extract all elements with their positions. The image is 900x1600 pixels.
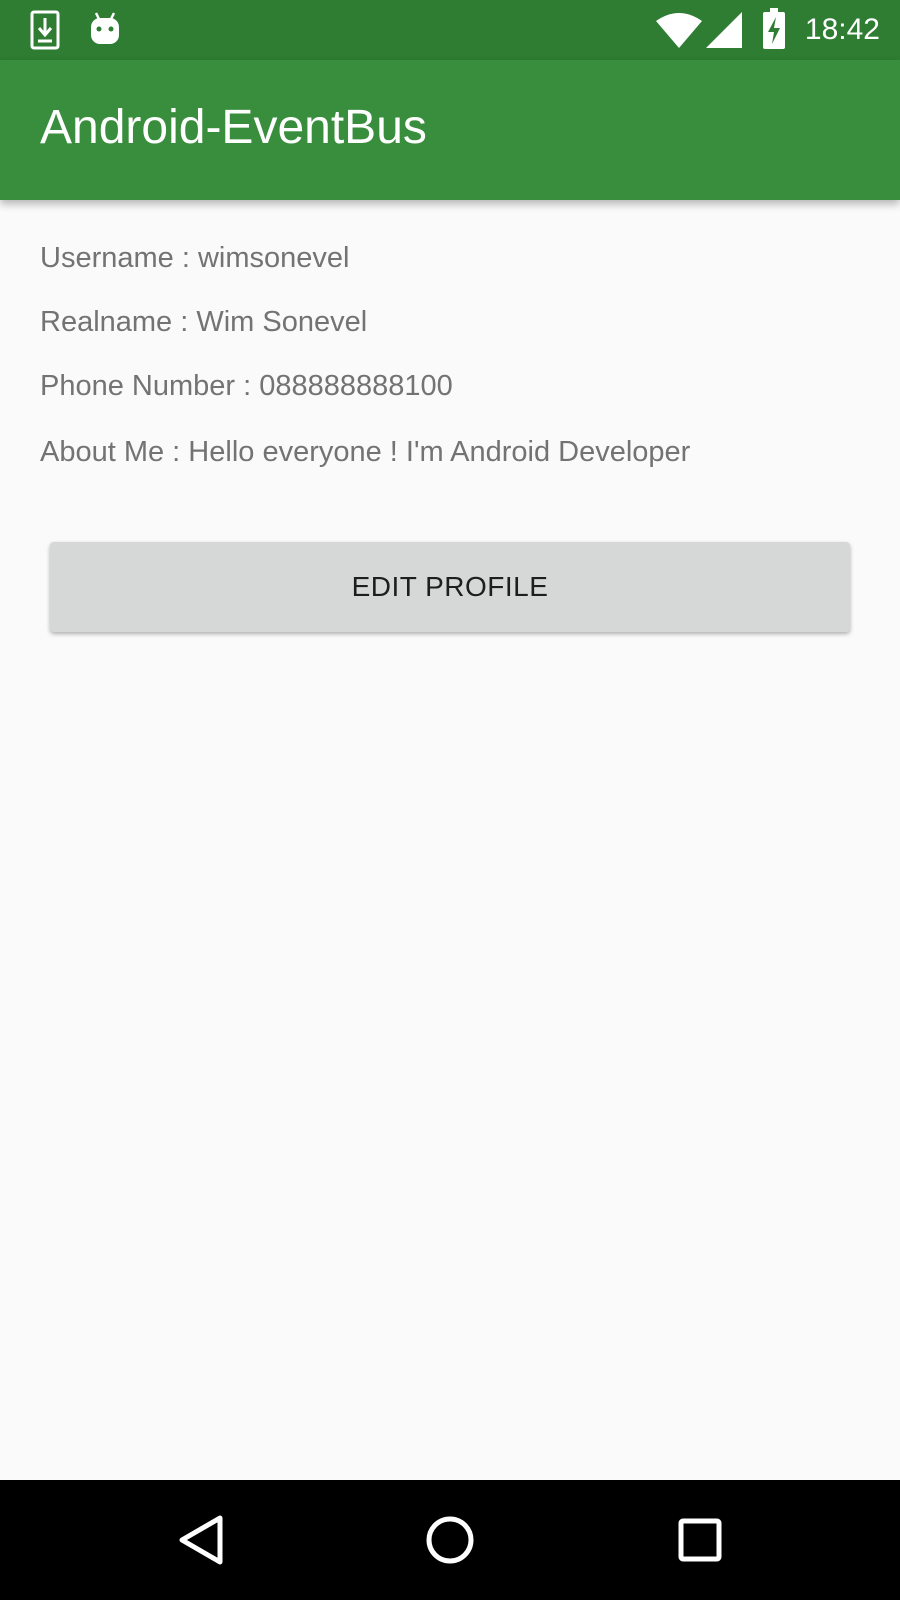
cell-signal-icon	[706, 12, 742, 48]
home-icon[interactable]	[410, 1500, 490, 1580]
realname-text: Realname : Wim Sonevel	[40, 306, 368, 338]
recents-icon[interactable]	[660, 1500, 740, 1580]
download-notification-icon	[30, 10, 60, 50]
phone-number-text: Phone Number : 088888888100	[40, 370, 453, 402]
wifi-icon	[656, 13, 702, 48]
username-text: Username : wimsonevel	[40, 242, 350, 274]
app-title: Android-EventBus	[40, 101, 427, 154]
status-bar: 18:42	[0, 0, 900, 60]
back-icon[interactable]	[162, 1500, 242, 1580]
android-notification-icon	[91, 12, 119, 44]
edit-profile-button[interactable]: EDIT PROFILE	[50, 542, 850, 632]
status-time: 18:42	[804, 13, 880, 46]
app-bar: Android-EventBus	[0, 60, 900, 200]
battery-charging-icon	[763, 8, 785, 49]
profile-content: Username : wimsonevel Realname : Wim Son…	[0, 200, 900, 1480]
about-me-text: About Me : Hello everyone ! I'm Android …	[40, 436, 691, 468]
navigation-bar	[0, 1480, 900, 1600]
